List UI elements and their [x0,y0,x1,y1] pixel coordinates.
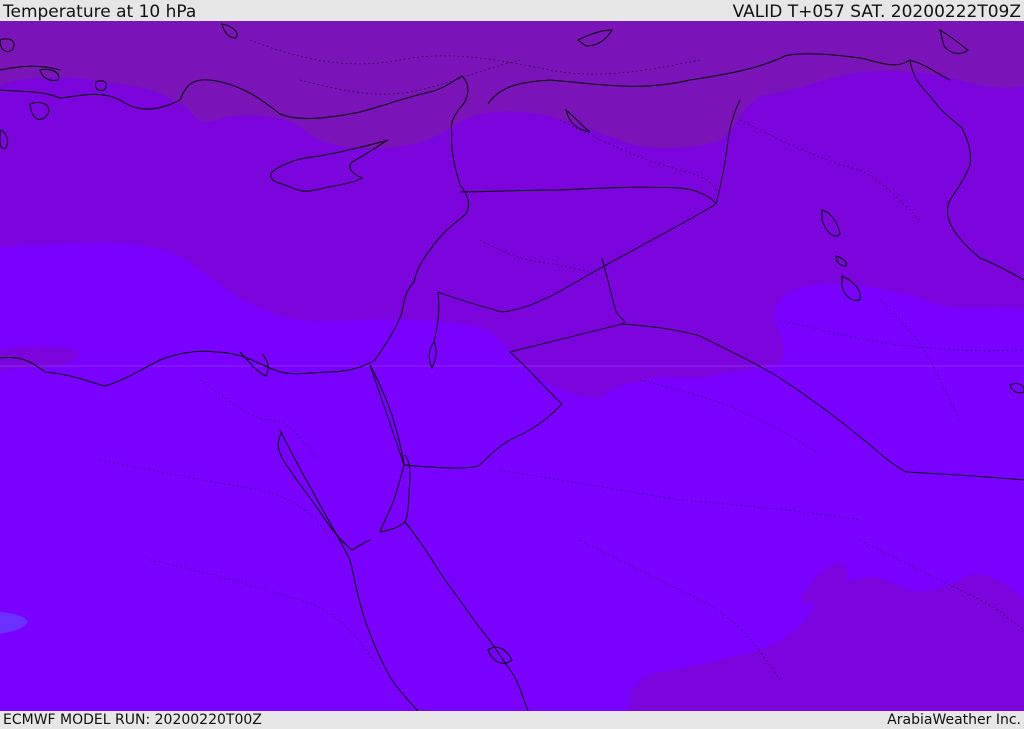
credit: ArabiaWeather Inc. [887,712,1021,728]
map-title: Temperature at 10 hPa [3,2,197,22]
map-canvas [0,21,1024,711]
map-header: Temperature at 10 hPa VALID T+057 SAT. 2… [0,0,1024,22]
temperature-map [0,21,1024,711]
map-footer: ECMWF MODEL RUN: 20200220T00Z ArabiaWeat… [0,711,1024,729]
valid-time: VALID T+057 SAT. 20200222T09Z [732,2,1021,22]
model-run: ECMWF MODEL RUN: 20200220T00Z [3,712,262,728]
